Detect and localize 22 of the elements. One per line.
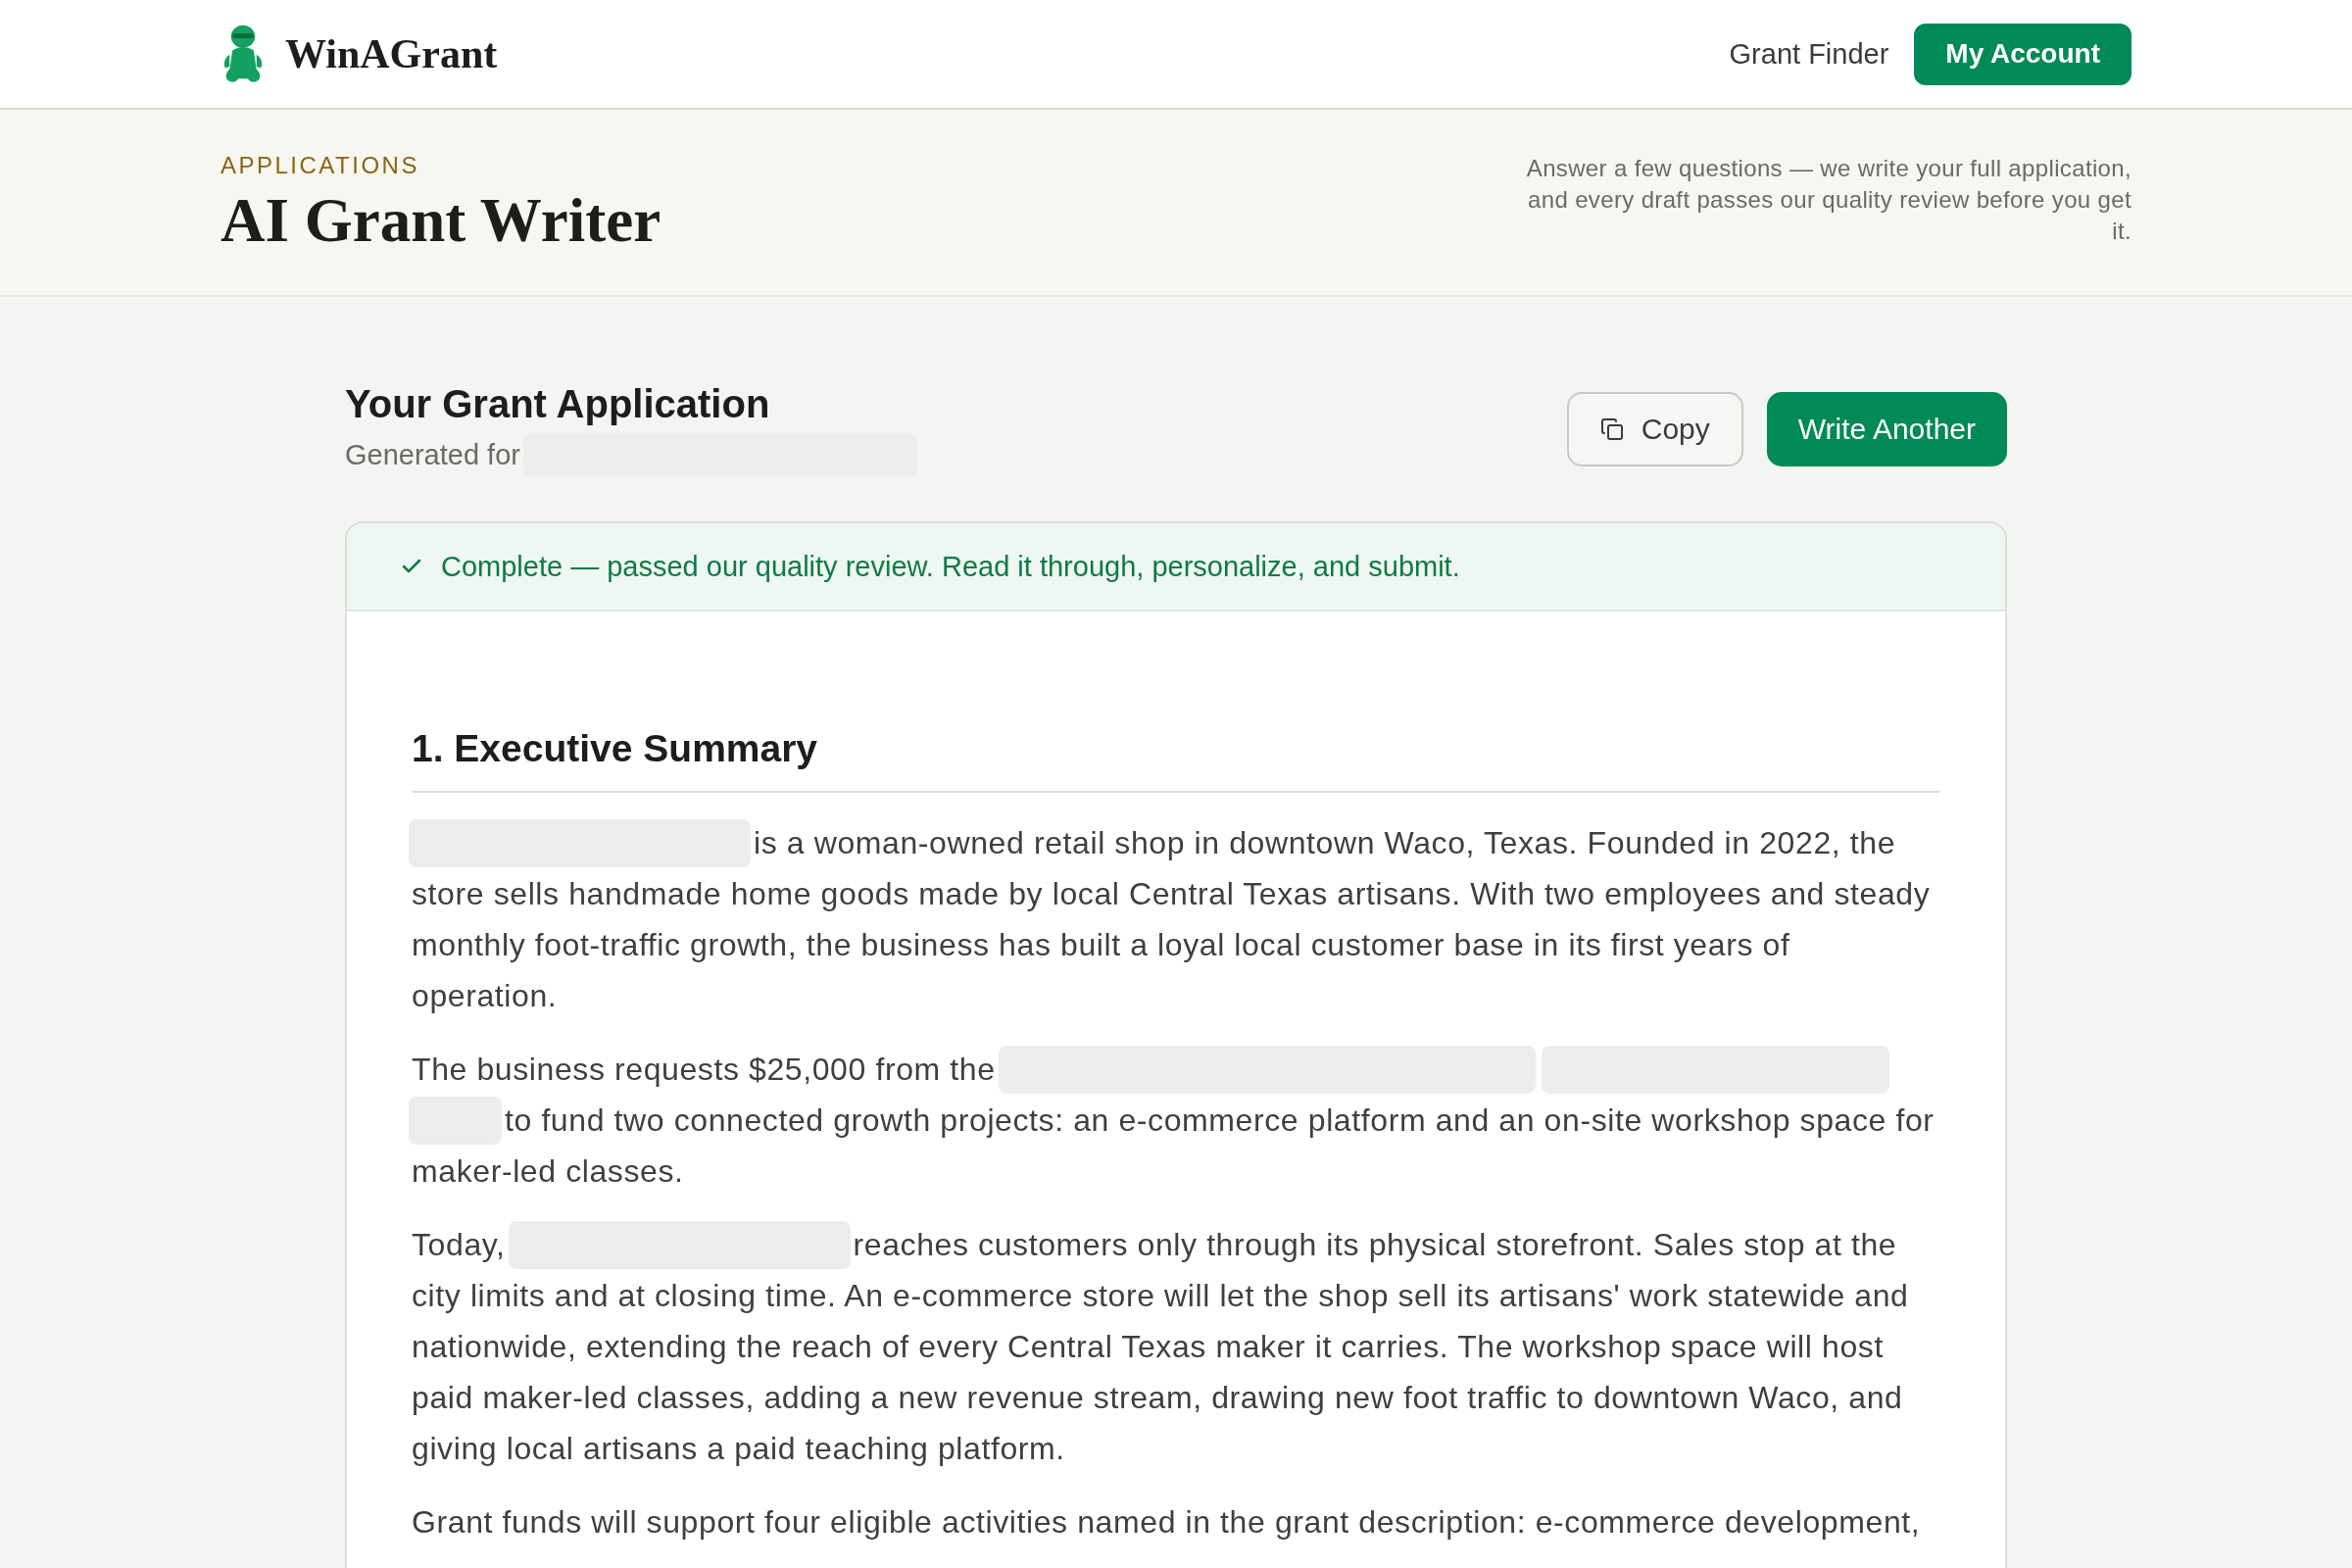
- paragraph-text: Today,: [412, 1226, 506, 1264]
- eyebrow-label: APPLICATIONS: [220, 151, 420, 179]
- page-description: Answer a few questions — we write your full application, and every draft passes our quality review before you get it.: [1525, 154, 2132, 246]
- paragraph-text: The business requests $25,000 from the: [412, 1051, 996, 1089]
- paragraph-text: is a woman-owned retail shop in downtown Waco, Texas. Founded in 2022, the: [754, 824, 1896, 862]
- copy-button[interactable]: Copy: [1566, 391, 1743, 466]
- paragraph-text: Grant funds will support four eligible activities named in the grant description: e-commerce development,: [412, 1503, 1922, 1542]
- brand-name: WinAGrant: [285, 30, 498, 77]
- paragraph-text: city limits and at closing time. An e-commerce store will let the shop sell its artisans' work statewide and nationwide, extending the reach of every Central Texas maker it carries. The workshop space will host paid maker-led classes, adding a new revenue stream, drawing new foot traffic to downtown Waco, and giving local artisans a paid teaching platform.: [412, 1277, 1910, 1468]
- section-heading: 1. Executive Summary: [412, 725, 1940, 793]
- page-title: AI Grant Writer: [220, 187, 662, 254]
- nav-link[interactable]: Grant Finder: [1729, 37, 1889, 71]
- status-message: Complete — passed our quality review. Read it through, personalize, and submit.: [441, 550, 1460, 583]
- application-title: Your Grant Application: [345, 381, 771, 426]
- paragraph-text: reaches customers only through its physical storefront. Sales stop at the: [853, 1226, 1897, 1264]
- write-another-button[interactable]: Write Another: [1766, 391, 2007, 466]
- paragraph-text: maker-led classes.: [412, 1152, 685, 1191]
- generated-for-text: Generated for: [345, 439, 520, 471]
- paragraph-text: to fund two connected growth projects: an e-commerce platform and an on-site workshop space for: [505, 1102, 1935, 1140]
- paragraph-text: store sells handmade home goods made by local Central Texas artisans. With two employees and steady monthly foot-traffic growth, the business has built a loyal local customer base in its first years of operation.: [412, 875, 1932, 1015]
- account-button[interactable]: My Account: [1914, 23, 2132, 85]
- copy-icon: [1599, 416, 1624, 441]
